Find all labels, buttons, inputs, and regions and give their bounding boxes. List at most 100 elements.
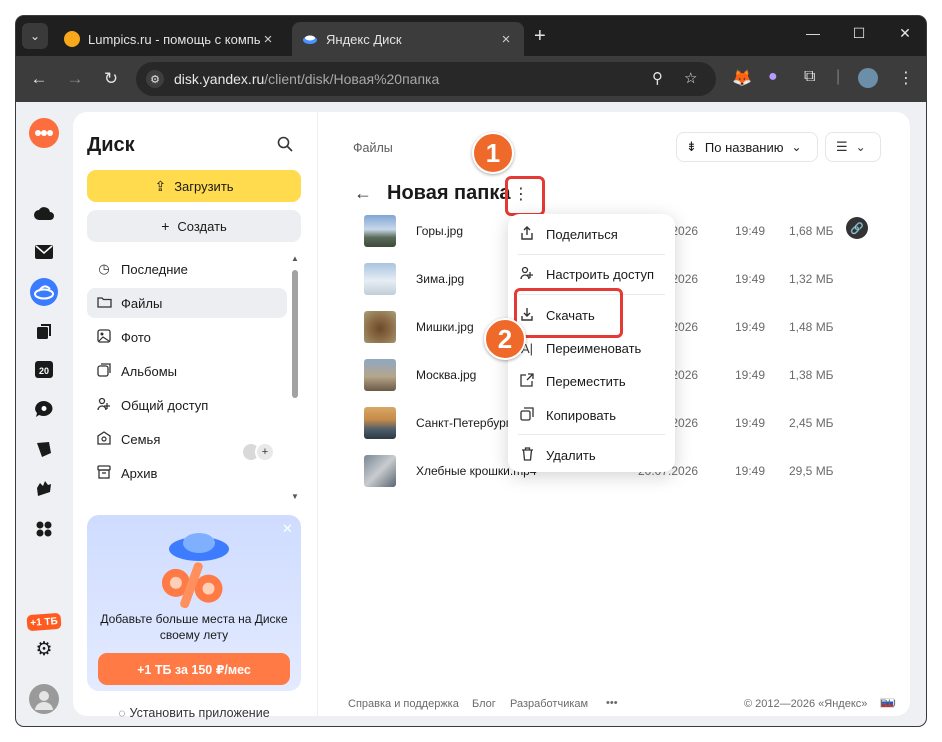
menu-item-share[interactable]: Поделиться (518, 220, 666, 248)
url-text[interactable]: disk.yandex.ru/client/disk/Новая%20папка (174, 71, 439, 87)
tab-search-button[interactable]: ⌄ (22, 23, 48, 49)
mail-icon[interactable] (33, 241, 55, 263)
image-thumbnail (364, 359, 396, 391)
reload-icon[interactable]: ↻ (100, 69, 122, 89)
yandex-360-logo-icon[interactable] (29, 118, 59, 148)
new-tab-button[interactable]: + (534, 25, 546, 48)
footer-more-button[interactable]: ••• (606, 697, 618, 709)
file-time: 19:49 (735, 368, 766, 382)
site-settings-icon[interactable]: ⚙ (146, 70, 164, 88)
image-thumbnail (364, 407, 396, 439)
breadcrumb[interactable]: Файлы (353, 141, 393, 155)
storage-promo-card[interactable]: ✕ Добавьте больше места на Диске своему … (87, 515, 301, 691)
image-thumbnail (364, 215, 396, 247)
tab-strip: ⌄ Lumpics.ru - помощь с компь × Яндекс Д… (16, 16, 926, 56)
annotation-highlight-download (514, 288, 623, 338)
share-icon (518, 225, 536, 243)
sidebar-item-label: Общий доступ (121, 397, 209, 413)
sidebar-item-archive[interactable]: Архив (87, 458, 287, 488)
docs-icon[interactable] (33, 320, 55, 342)
plus-1tb-badge[interactable]: +1 ТБ (26, 612, 62, 632)
forward-icon[interactable]: → (64, 69, 86, 89)
file-size: 2,45 МБ (789, 416, 834, 430)
scroll-down-arrow-icon[interactable]: ▼ (291, 492, 299, 501)
telemost-icon[interactable] (33, 478, 55, 500)
files-main-area: Файлы ⇟ По названию ⌄ ☰ ⌄ ← Новая папка … (317, 112, 910, 716)
tab-yandex-disk[interactable]: Яндекс Диск × (292, 22, 524, 56)
settings-gear-icon[interactable]: ⚙ (33, 638, 55, 660)
minimize-icon[interactable]: — (798, 25, 828, 41)
sidebar-item-photo[interactable]: Фото (87, 322, 287, 352)
sidebar-item-shared[interactable]: Общий доступ (87, 390, 287, 420)
create-button[interactable]: + Создать (87, 210, 301, 242)
footer-developers-link[interactable]: Разработчикам (510, 698, 588, 710)
cloud-icon[interactable] (33, 202, 55, 224)
maximize-icon[interactable]: ☐ (844, 25, 874, 42)
tab-lumpics[interactable]: Lumpics.ru - помощь с компь × (54, 22, 286, 56)
image-thumbnail (364, 263, 396, 295)
back-arrow-icon[interactable]: ← (354, 183, 372, 204)
install-app-link[interactable]: ◌ Установить приложение (87, 706, 301, 720)
archive-icon (95, 464, 113, 482)
file-size: 1,38 МБ (789, 368, 834, 382)
footer-support-link[interactable]: Справка и поддержка (348, 698, 459, 710)
bookmark-star-icon[interactable]: ☆ (684, 69, 697, 87)
disk-brand-title[interactable]: Диск (87, 134, 135, 157)
file-time: 19:49 (735, 416, 766, 430)
plus-icon: + (161, 218, 170, 234)
profile-avatar-icon[interactable] (858, 68, 878, 93)
back-icon[interactable]: ← (28, 69, 50, 89)
percent-ufo-illustration-icon (147, 527, 243, 613)
messenger-icon[interactable] (33, 398, 55, 420)
disk-service-icon[interactable] (30, 278, 58, 306)
browser-toolbar: ← → ↻ ⚙ disk.yandex.ru/client/disk/Новая… (16, 56, 926, 102)
sidebar-scrollbar[interactable] (292, 270, 298, 398)
address-bar[interactable]: ⚙ disk.yandex.ru/client/disk/Новая%20пап… (136, 62, 716, 96)
sidebar-item-label: Файлы (121, 295, 163, 311)
search-icon[interactable] (277, 136, 293, 156)
file-time: 19:49 (735, 464, 766, 478)
sidebar-item-files[interactable]: Файлы (87, 288, 287, 318)
file-time: 19:49 (735, 272, 766, 286)
sidebar-item-label: Архив (121, 465, 158, 481)
user-avatar-icon[interactable] (29, 684, 59, 714)
install-app-label: Установить приложение (129, 706, 270, 720)
calendar-icon[interactable]: 20 (33, 358, 55, 380)
footer-blog-link[interactable]: Блог (472, 698, 496, 710)
menu-item-copy[interactable]: Копировать (518, 401, 666, 429)
yandex-disk-favicon-icon (302, 31, 318, 47)
ghost-extension-icon[interactable]: ● (768, 68, 778, 86)
bookmark-service-icon[interactable] (33, 438, 55, 460)
view-mode-button[interactable]: ☰ ⌄ (825, 132, 881, 162)
sidebar-item-albums[interactable]: Альбомы (87, 356, 287, 386)
upload-label: Загрузить (174, 178, 234, 194)
menu-item-delete[interactable]: Удалить (518, 441, 666, 469)
menu-item-access[interactable]: Настроить доступ (518, 260, 666, 288)
close-icon[interactable]: × (498, 31, 514, 48)
shared-link-icon[interactable]: 🔗 (846, 217, 868, 239)
menu-divider (518, 434, 665, 435)
browser-menu-icon[interactable]: ⋮ (898, 68, 914, 88)
sidebar-item-recent[interactable]: ◷ Последние (87, 254, 287, 284)
sidebar-item-label: Семья (121, 431, 161, 447)
buy-storage-button[interactable]: +1 ТБ за 150 ₽/мес (98, 653, 290, 685)
upload-button[interactable]: ⇪ Загрузить (87, 170, 301, 202)
scroll-up-arrow-icon[interactable]: ▲ (291, 254, 299, 263)
file-name: Москва.jpg (416, 368, 477, 382)
menu-item-label: Поделиться (546, 226, 618, 242)
zoom-icon[interactable]: ⚲ (652, 69, 663, 87)
menu-item-rename[interactable]: A| Переименовать (518, 334, 666, 362)
web-page: 20 +1 ТБ ⚙ Диск ⇪ Загрузить + Создать ◷ … (16, 102, 926, 726)
close-icon[interactable]: × (260, 31, 276, 48)
close-icon[interactable]: ✕ (282, 521, 293, 537)
folder-context-menu: Поделиться Настроить доступ Скачать A| П… (508, 214, 675, 472)
extensions-puzzle-icon[interactable]: ⧉ (804, 68, 815, 86)
fox-extension-icon[interactable]: 🦊 (732, 68, 752, 88)
all-services-icon[interactable] (33, 518, 55, 540)
sort-icon: ⇟ (686, 139, 697, 154)
close-window-icon[interactable]: ✕ (890, 25, 920, 42)
menu-item-move[interactable]: Переместить (518, 367, 666, 395)
menu-item-label: Настроить доступ (546, 266, 655, 282)
sort-button[interactable]: ⇟ По названию ⌄ (676, 132, 818, 162)
app-icon: ◌ (118, 706, 126, 720)
